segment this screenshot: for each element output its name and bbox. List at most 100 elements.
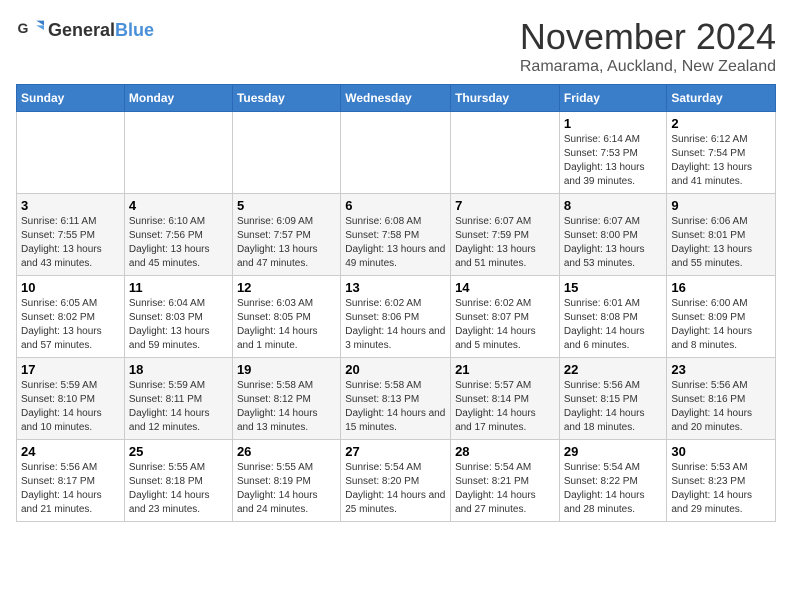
day-number: 29 xyxy=(564,444,663,459)
calendar-cell-1-1 xyxy=(17,112,125,194)
day-number: 11 xyxy=(129,280,228,295)
day-info: Sunrise: 6:06 AM Sunset: 8:01 PM Dayligh… xyxy=(671,215,771,271)
day-number: 30 xyxy=(671,444,771,459)
header-row: Sunday Monday Tuesday Wednesday Thursday… xyxy=(17,85,776,112)
day-info: Sunrise: 6:04 AM Sunset: 8:03 PM Dayligh… xyxy=(129,297,228,353)
day-info: Sunrise: 5:55 AM Sunset: 8:18 PM Dayligh… xyxy=(129,461,228,517)
week-row-4: 17 Sunrise: 5:59 AM Sunset: 8:10 PM Dayli… xyxy=(17,358,776,440)
calendar-cell-4-5: 21Sunrise: 5:57 AM Sunset: 8:14 PM Dayli… xyxy=(451,358,560,440)
calendar-cell-2-5: 7Sunrise: 6:07 AM Sunset: 7:59 PM Daylig… xyxy=(451,194,560,276)
day-info: Sunrise: 5:56 AM Sunset: 8:15 PM Dayligh… xyxy=(564,379,663,435)
title-section: November 2024 Ramarama, Auckland, New Ze… xyxy=(520,16,776,76)
day-info: Sunrise: 6:07 AM Sunset: 8:00 PM Dayligh… xyxy=(564,215,663,271)
day-number: 19 xyxy=(237,362,336,377)
week-row-1: 1 Sunrise: 6:14 AM Sunset: 7:53 PM Daylig… xyxy=(17,112,776,194)
logo: G GeneralBlue xyxy=(16,16,154,44)
day-number: 20 xyxy=(345,362,446,377)
day-number: 12 xyxy=(237,280,336,295)
day-info: Sunrise: 5:58 AM Sunset: 8:13 PM Dayligh… xyxy=(345,379,446,435)
calendar-cell-4-3: 19 Sunrise: 5:58 AM Sunset: 8:12 PM Dayli… xyxy=(232,358,340,440)
day-number: 18 xyxy=(129,362,228,377)
logo-text-general: General xyxy=(48,20,115,40)
day-info: Sunrise: 5:59 AM Sunset: 8:11 PM Dayligh… xyxy=(129,379,228,435)
calendar-cell-3-1: 10 Sunrise: 6:05 AM Sunset: 8:02 PM Dayli… xyxy=(17,276,125,358)
calendar-cell-2-3: 5Sunrise: 6:09 AM Sunset: 7:57 PM Daylig… xyxy=(232,194,340,276)
day-number: 21 xyxy=(455,362,555,377)
day-number: 22 xyxy=(564,362,663,377)
col-wednesday: Wednesday xyxy=(341,85,451,112)
day-number: 4 xyxy=(129,198,228,213)
calendar-cell-5-1: 24 Sunrise: 5:56 AM Sunset: 8:17 PM Dayli… xyxy=(17,440,125,522)
day-number: 14 xyxy=(455,280,555,295)
calendar-cell-1-2 xyxy=(124,112,232,194)
calendar-cell-5-6: 29 Sunrise: 5:54 AM Sunset: 8:22 PM Dayli… xyxy=(559,440,667,522)
day-number: 23 xyxy=(671,362,771,377)
day-info: Sunrise: 6:08 AM Sunset: 7:58 PM Dayligh… xyxy=(345,215,446,271)
calendar-cell-5-3: 26 Sunrise: 5:55 AM Sunset: 8:19 PM Dayli… xyxy=(232,440,340,522)
day-info: Sunrise: 6:02 AM Sunset: 8:07 PM Dayligh… xyxy=(455,297,555,353)
day-info: Sunrise: 5:54 AM Sunset: 8:22 PM Dayligh… xyxy=(564,461,663,517)
day-number: 3 xyxy=(21,198,120,213)
day-info: Sunrise: 6:01 AM Sunset: 8:08 PM Dayligh… xyxy=(564,297,663,353)
day-info: Sunrise: 6:05 AM Sunset: 8:02 PM Dayligh… xyxy=(21,297,120,353)
calendar-cell-2-1: 3 Sunrise: 6:11 AM Sunset: 7:55 PM Daylig… xyxy=(17,194,125,276)
day-number: 8 xyxy=(564,198,663,213)
day-number: 1 xyxy=(564,116,663,131)
day-number: 25 xyxy=(129,444,228,459)
col-tuesday: Tuesday xyxy=(232,85,340,112)
col-monday: Monday xyxy=(124,85,232,112)
day-info: Sunrise: 6:07 AM Sunset: 7:59 PM Dayligh… xyxy=(455,215,555,271)
calendar-cell-4-6: 22 Sunrise: 5:56 AM Sunset: 8:15 PM Dayli… xyxy=(559,358,667,440)
day-number: 10 xyxy=(21,280,120,295)
logo-icon: G xyxy=(16,16,44,44)
week-row-2: 3 Sunrise: 6:11 AM Sunset: 7:55 PM Daylig… xyxy=(17,194,776,276)
day-info: Sunrise: 6:03 AM Sunset: 8:05 PM Dayligh… xyxy=(237,297,336,353)
calendar-cell-1-7: 2 Sunrise: 6:12 AM Sunset: 7:54 PM Daylig… xyxy=(667,112,776,194)
day-info: Sunrise: 6:11 AM Sunset: 7:55 PM Dayligh… xyxy=(21,215,120,271)
day-info: Sunrise: 6:02 AM Sunset: 8:06 PM Dayligh… xyxy=(345,297,446,353)
calendar-cell-1-4 xyxy=(341,112,451,194)
svg-text:G: G xyxy=(18,20,29,36)
calendar-cell-3-2: 11 Sunrise: 6:04 AM Sunset: 8:03 PM Dayli… xyxy=(124,276,232,358)
day-info: Sunrise: 5:56 AM Sunset: 8:17 PM Dayligh… xyxy=(21,461,120,517)
day-info: Sunrise: 6:00 AM Sunset: 8:09 PM Dayligh… xyxy=(671,297,771,353)
logo-text-blue: Blue xyxy=(115,20,154,40)
day-info: Sunrise: 5:59 AM Sunset: 8:10 PM Dayligh… xyxy=(21,379,120,435)
calendar-cell-5-5: 28Sunrise: 5:54 AM Sunset: 8:21 PM Dayli… xyxy=(451,440,560,522)
main-title: November 2024 xyxy=(520,16,776,58)
calendar-cell-5-7: 30Sunrise: 5:53 AM Sunset: 8:23 PM Dayli… xyxy=(667,440,776,522)
day-number: 16 xyxy=(671,280,771,295)
calendar-cell-2-4: 6 Sunrise: 6:08 AM Sunset: 7:58 PM Daylig… xyxy=(341,194,451,276)
day-info: Sunrise: 5:56 AM Sunset: 8:16 PM Dayligh… xyxy=(671,379,771,435)
col-friday: Friday xyxy=(559,85,667,112)
calendar-cell-3-6: 15Sunrise: 6:01 AM Sunset: 8:08 PM Dayli… xyxy=(559,276,667,358)
day-number: 27 xyxy=(345,444,446,459)
day-number: 6 xyxy=(345,198,446,213)
col-saturday: Saturday xyxy=(667,85,776,112)
day-info: Sunrise: 6:12 AM Sunset: 7:54 PM Dayligh… xyxy=(671,133,771,189)
calendar-header: Sunday Monday Tuesday Wednesday Thursday… xyxy=(17,85,776,112)
day-number: 26 xyxy=(237,444,336,459)
day-info: Sunrise: 6:09 AM Sunset: 7:57 PM Dayligh… xyxy=(237,215,336,271)
subtitle: Ramarama, Auckland, New Zealand xyxy=(520,58,776,76)
calendar-cell-4-7: 23 Sunrise: 5:56 AM Sunset: 8:16 PM Dayli… xyxy=(667,358,776,440)
calendar-cell-1-3 xyxy=(232,112,340,194)
week-row-3: 10 Sunrise: 6:05 AM Sunset: 8:02 PM Dayli… xyxy=(17,276,776,358)
calendar-cell-2-7: 9Sunrise: 6:06 AM Sunset: 8:01 PM Daylig… xyxy=(667,194,776,276)
calendar-cell-4-4: 20 Sunrise: 5:58 AM Sunset: 8:13 PM Dayli… xyxy=(341,358,451,440)
day-info: Sunrise: 6:10 AM Sunset: 7:56 PM Dayligh… xyxy=(129,215,228,271)
day-info: Sunrise: 5:54 AM Sunset: 8:21 PM Dayligh… xyxy=(455,461,555,517)
calendar-cell-5-4: 27 Sunrise: 5:54 AM Sunset: 8:20 PM Dayli… xyxy=(341,440,451,522)
day-info: Sunrise: 5:58 AM Sunset: 8:12 PM Dayligh… xyxy=(237,379,336,435)
day-number: 24 xyxy=(21,444,120,459)
day-number: 17 xyxy=(21,362,120,377)
day-info: Sunrise: 5:54 AM Sunset: 8:20 PM Dayligh… xyxy=(345,461,446,517)
calendar-cell-4-1: 17 Sunrise: 5:59 AM Sunset: 8:10 PM Dayli… xyxy=(17,358,125,440)
day-info: Sunrise: 5:55 AM Sunset: 8:19 PM Dayligh… xyxy=(237,461,336,517)
calendar-cell-2-6: 8 Sunrise: 6:07 AM Sunset: 8:00 PM Daylig… xyxy=(559,194,667,276)
calendar-cell-1-5 xyxy=(451,112,560,194)
calendar-cell-3-4: 13Sunrise: 6:02 AM Sunset: 8:06 PM Dayli… xyxy=(341,276,451,358)
day-info: Sunrise: 6:14 AM Sunset: 7:53 PM Dayligh… xyxy=(564,133,663,189)
calendar-cell-3-7: 16 Sunrise: 6:00 AM Sunset: 8:09 PM Dayli… xyxy=(667,276,776,358)
day-number: 2 xyxy=(671,116,771,131)
